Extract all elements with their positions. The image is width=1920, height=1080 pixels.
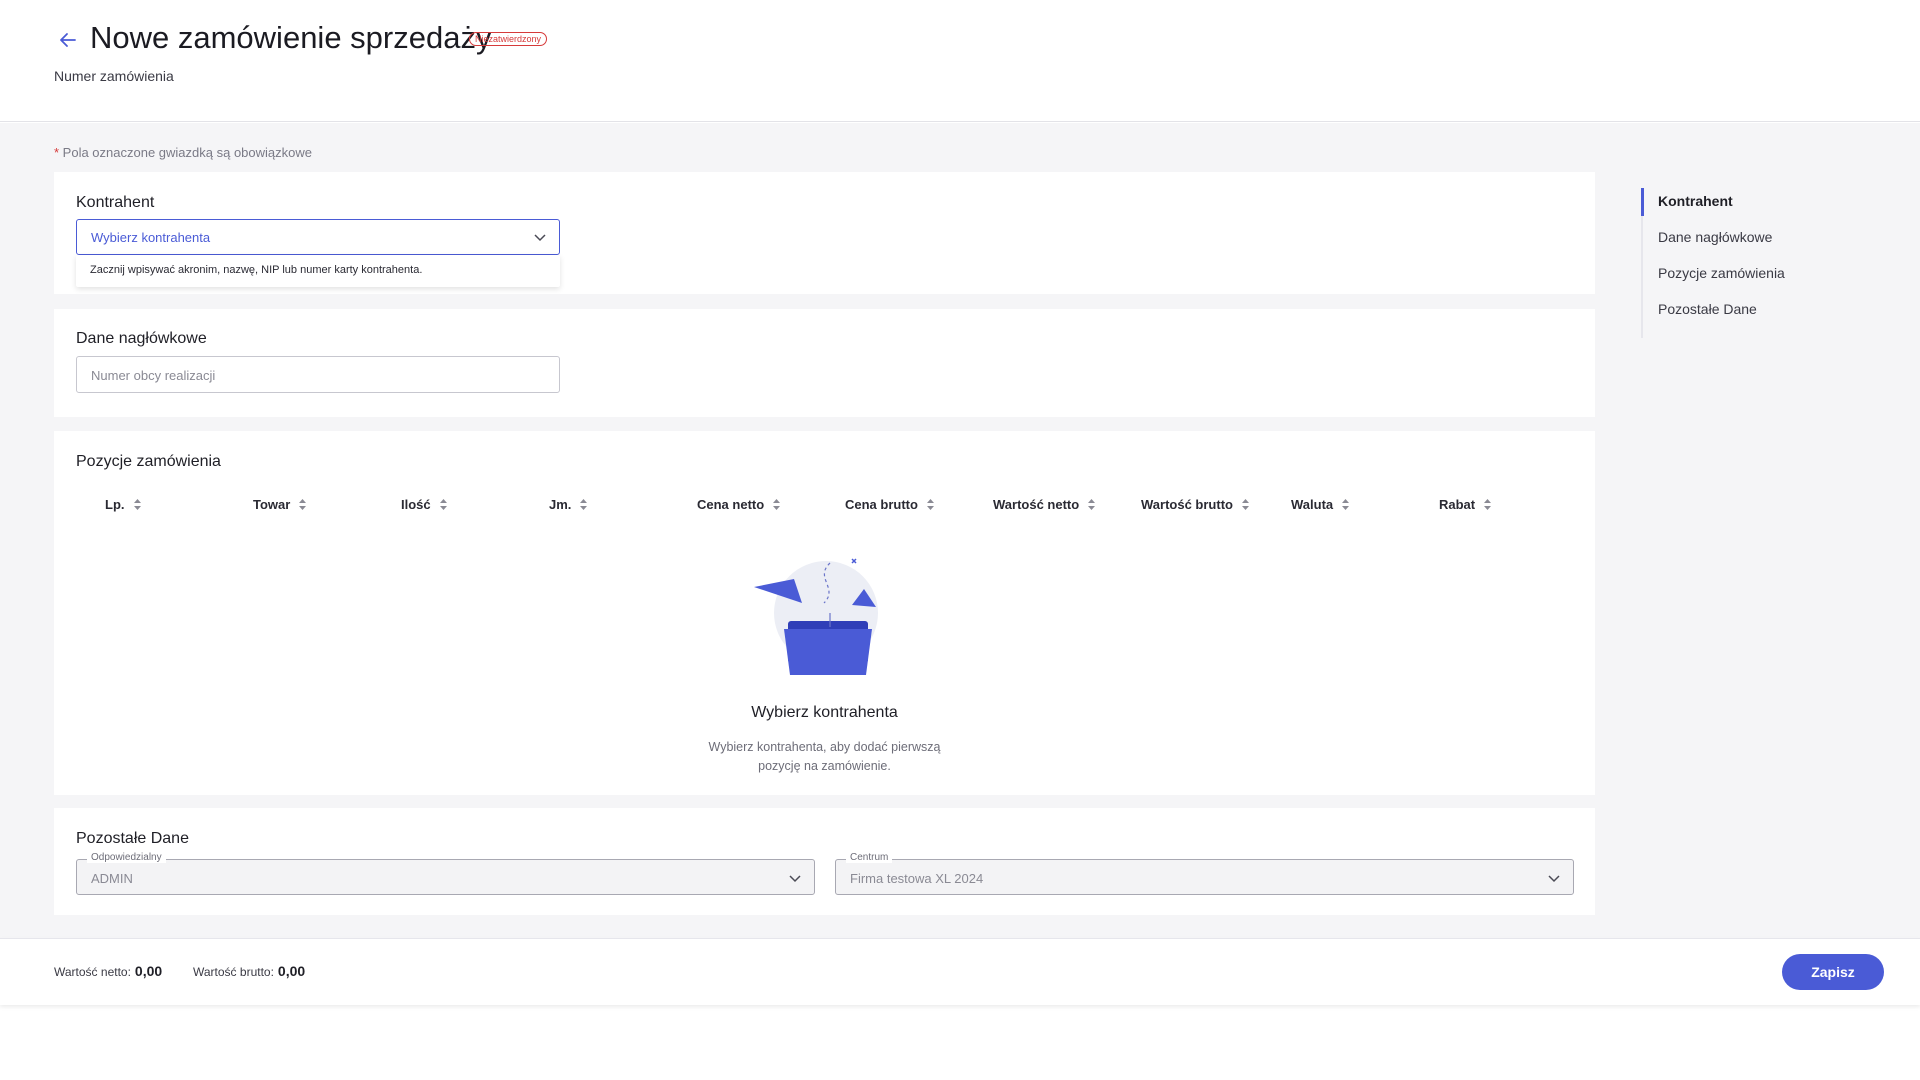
column-header-label: Lp. (105, 497, 125, 512)
page-header: Nowe zamówienie sprzedaży Niezatwierdzon… (0, 0, 1920, 122)
card-dane-naglowkowe: Dane nagłówkowe Numer obcy realizacji (54, 309, 1595, 417)
foreign-number-placeholder: Numer obcy realizacji (91, 368, 216, 383)
responsible-select[interactable]: Odpowiedzialny ADMIN (76, 852, 815, 895)
responsible-label: Odpowiedzialny (87, 852, 166, 863)
sort-icon (1088, 499, 1096, 510)
column-header-5[interactable]: Cena brutto (845, 497, 935, 512)
column-header-label: Jm. (549, 497, 572, 512)
chevron-down-icon (1548, 875, 1560, 883)
column-header-9[interactable]: Rabat (1439, 497, 1492, 512)
save-button[interactable]: Zapisz (1782, 954, 1884, 990)
center-label: Centrum (846, 852, 893, 863)
kontrahent-select[interactable]: Wybierz kontrahenta (76, 219, 560, 255)
sort-icon (439, 499, 447, 510)
required-fields-note: * Pola oznaczone gwiazdką są obowiązkowe (54, 145, 312, 160)
card-title-pozycje: Pozycje zamówienia (76, 453, 221, 470)
chevron-down-icon (534, 234, 546, 242)
sort-icon (580, 499, 588, 510)
page-title: Nowe zamówienie sprzedaży (90, 20, 492, 55)
empty-state-title: Wybierz kontrahenta (751, 704, 898, 721)
card-title-dane-naglowkowe: Dane nagłówkowe (76, 330, 207, 347)
kontrahent-hint-text: Zacznij wpisywać akronim, nazwę, NIP lub… (90, 264, 423, 276)
column-header-2[interactable]: Ilość (401, 497, 448, 512)
foreign-number-input[interactable]: Numer obcy realizacji (76, 356, 560, 393)
card-title-pozostale: Pozostałe Dane (76, 830, 189, 847)
net-total-value: 0,00 (134, 963, 163, 979)
responsible-value: ADMIN (91, 871, 133, 886)
net-total: Wartość netto: 0,00 (54, 963, 162, 979)
chevron-down-icon (789, 875, 801, 883)
table-header: Lp. Towar Ilość Jm. Cena netto Cena brutto War… (54, 493, 1595, 517)
column-header-8[interactable]: Waluta (1291, 497, 1350, 512)
card-pozycje-zamowienia: Pozycje zamówienia Lp. Towar Ilość Jm. Cena … (54, 431, 1595, 795)
column-header-label: Wartość brutto (1141, 497, 1233, 512)
sort-icon (926, 499, 934, 510)
empty-state-description: Wybierz kontrahenta, aby dodać pierwszą … (708, 740, 941, 773)
footer-bar: Wartość netto: 0,00 Wartość brutto: 0,00 Z… (0, 938, 1920, 1005)
column-header-label: Waluta (1291, 497, 1334, 512)
sort-icon (133, 499, 141, 510)
column-header-1[interactable]: Towar (253, 497, 307, 512)
column-header-label: Rabat (1439, 497, 1476, 512)
column-header-label: Wartość netto (993, 497, 1080, 512)
back-arrow-icon (60, 33, 76, 47)
sort-icon (773, 499, 781, 510)
sort-icon (1342, 499, 1350, 510)
main-content: * Pola oznaczone gwiazdką są obowiązkowe… (0, 123, 1920, 938)
column-header-7[interactable]: Wartość brutto (1141, 497, 1250, 512)
toc-active-indicator (1641, 188, 1644, 216)
empty-folder-illustration (754, 558, 878, 675)
toc-item-pozycje[interactable]: Pozycje zamówienia (1658, 265, 1785, 281)
column-header-6[interactable]: Wartość netto (993, 497, 1096, 512)
toc-item-kontrahent[interactable]: Kontrahent (1658, 193, 1733, 209)
toc-item-pozostale[interactable]: Pozostałe Dane (1658, 301, 1757, 317)
center-value: Firma testowa XL 2024 (850, 871, 984, 886)
column-header-label: Towar (253, 497, 291, 512)
gross-total-value: 0,00 (277, 963, 306, 979)
back-button[interactable] (54, 26, 82, 54)
toc-item-dane-naglowkowe[interactable]: Dane nagłówkowe (1658, 229, 1772, 245)
column-header-3[interactable]: Jm. (549, 497, 588, 512)
column-header-label: Cena netto (697, 497, 765, 512)
center-select[interactable]: Centrum Firma testowa XL 2024 (835, 852, 1574, 895)
gross-total-label: Wartość brutto: (193, 965, 274, 979)
sort-icon (299, 499, 307, 510)
sort-icon (1484, 499, 1492, 510)
card-pozostale-dane: Pozostałe Dane Odpowiedzialny ADMIN Cent… (54, 808, 1595, 915)
card-kontrahent: Kontrahent Wybierz kontrahenta Zacznij w… (54, 172, 1595, 294)
status-badge: Niezatwierdzony (469, 32, 548, 46)
kontrahent-hint-dropdown: Zacznij wpisywać akronim, nazwę, NIP lub… (76, 255, 560, 287)
column-header-0[interactable]: Lp. (105, 497, 142, 512)
column-header-label: Ilość (401, 497, 431, 512)
column-header-4[interactable]: Cena netto (697, 497, 781, 512)
gross-total: Wartość brutto: 0,00 (193, 963, 305, 979)
net-total-label: Wartość netto: (54, 965, 131, 979)
column-header-label: Cena brutto (845, 497, 918, 512)
card-title-kontrahent: Kontrahent (76, 194, 155, 211)
order-number-label: Numer zamówienia (54, 68, 174, 84)
sort-icon (1241, 499, 1249, 510)
kontrahent-select-value: Wybierz kontrahenta (91, 230, 211, 245)
